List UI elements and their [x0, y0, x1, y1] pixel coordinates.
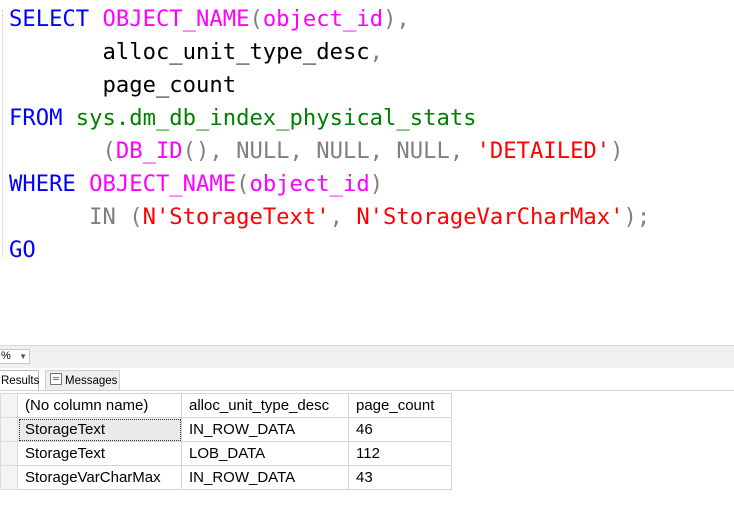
results-tab-bar: Results Messages: [0, 368, 734, 391]
code-token: ): [369, 171, 384, 197]
code-token: );: [623, 204, 651, 230]
code-token: alloc_unit_type_desc: [9, 39, 370, 65]
tab-messages[interactable]: Messages: [45, 370, 120, 390]
code-token: WHERE: [9, 171, 76, 197]
grid-cell[interactable]: IN_ROW_DATA: [181, 465, 349, 490]
code-token: page_count: [9, 72, 237, 98]
code-token: ): [610, 138, 624, 164]
code-line[interactable]: IN (N'StorageText', N'StorageVarCharMax'…: [9, 201, 650, 234]
code-line[interactable]: page_count: [9, 69, 237, 102]
code-line[interactable]: SELECT OBJECT_NAME(object_id),: [9, 3, 410, 36]
code-token: (: [102, 138, 116, 164]
outline-gutter: [2, 10, 3, 258]
tab-results[interactable]: Results: [0, 370, 39, 390]
tab-results-label: Results: [1, 375, 40, 387]
code-token: object_id: [262, 6, 384, 32]
grid-header-row: (No column name) alloc_unit_type_desc pa…: [0, 393, 452, 418]
tab-messages-label: Messages: [65, 375, 118, 387]
code-token: ),: [383, 6, 410, 32]
grid-cell[interactable]: IN_ROW_DATA: [181, 417, 349, 442]
sql-editor[interactable]: SELECT OBJECT_NAME(object_id), alloc_uni…: [0, 0, 734, 345]
column-header[interactable]: (No column name): [17, 393, 182, 418]
code-token: ,: [329, 204, 357, 230]
table-row[interactable]: StorageVarCharMax IN_ROW_DATA 43: [0, 465, 452, 490]
code-token: (), NULL, NULL, NULL,: [182, 138, 477, 164]
zoom-bar: % ▼: [0, 345, 734, 368]
code-token: 'DETAILED': [476, 138, 611, 164]
column-header[interactable]: page_count: [348, 393, 452, 418]
grid-cell[interactable]: StorageText: [17, 441, 182, 466]
code-token: sys.dm_db_index_physical_stats: [75, 105, 477, 131]
code-token: N'StorageVarCharMax': [356, 204, 624, 230]
messages-icon: [50, 373, 62, 385]
grid-cell[interactable]: 43: [348, 465, 452, 490]
code-line[interactable]: WHERE OBJECT_NAME(object_id): [9, 168, 383, 201]
results-grid[interactable]: (No column name) alloc_unit_type_desc pa…: [0, 393, 452, 490]
code-token: GO: [9, 237, 36, 263]
grid-cell[interactable]: StorageText: [17, 417, 182, 442]
code-token: OBJECT_NAME: [102, 6, 250, 32]
grid-cell[interactable]: StorageVarCharMax: [17, 465, 182, 490]
code-line[interactable]: alloc_unit_type_desc,: [9, 36, 384, 69]
code-token: (: [249, 6, 263, 32]
code-line[interactable]: FROM sys.dm_db_index_physical_stats: [9, 102, 477, 135]
column-header[interactable]: alloc_unit_type_desc: [181, 393, 349, 418]
grid-cell[interactable]: LOB_DATA: [181, 441, 349, 466]
code-line[interactable]: GO: [9, 234, 36, 267]
code-token: ,: [369, 39, 384, 65]
code-token: FROM: [9, 105, 63, 131]
code-token: OBJECT_NAME: [89, 171, 237, 197]
code-token: DB_ID: [115, 138, 183, 164]
grid-cell[interactable]: 46: [348, 417, 452, 442]
code-token: N'StorageText': [142, 204, 330, 230]
zoom-dropdown[interactable]: % ▼: [0, 349, 30, 364]
row-header[interactable]: [0, 417, 18, 442]
code-token: IN (: [89, 204, 143, 230]
code-token: (: [236, 171, 250, 197]
code-token: SELECT: [9, 6, 90, 32]
table-row[interactable]: StorageText IN_ROW_DATA 46: [0, 417, 452, 442]
code-token: object_id: [249, 171, 370, 197]
row-header-corner[interactable]: [0, 393, 18, 418]
code-line[interactable]: (DB_ID(), NULL, NULL, NULL, 'DETAILED'): [9, 135, 624, 168]
chevron-down-icon[interactable]: ▼: [19, 350, 27, 363]
table-row[interactable]: StorageText LOB_DATA 112: [0, 441, 452, 466]
row-header[interactable]: [0, 441, 18, 466]
zoom-value: %: [1, 350, 11, 362]
row-header[interactable]: [0, 465, 18, 490]
grid-cell[interactable]: 112: [348, 441, 452, 466]
